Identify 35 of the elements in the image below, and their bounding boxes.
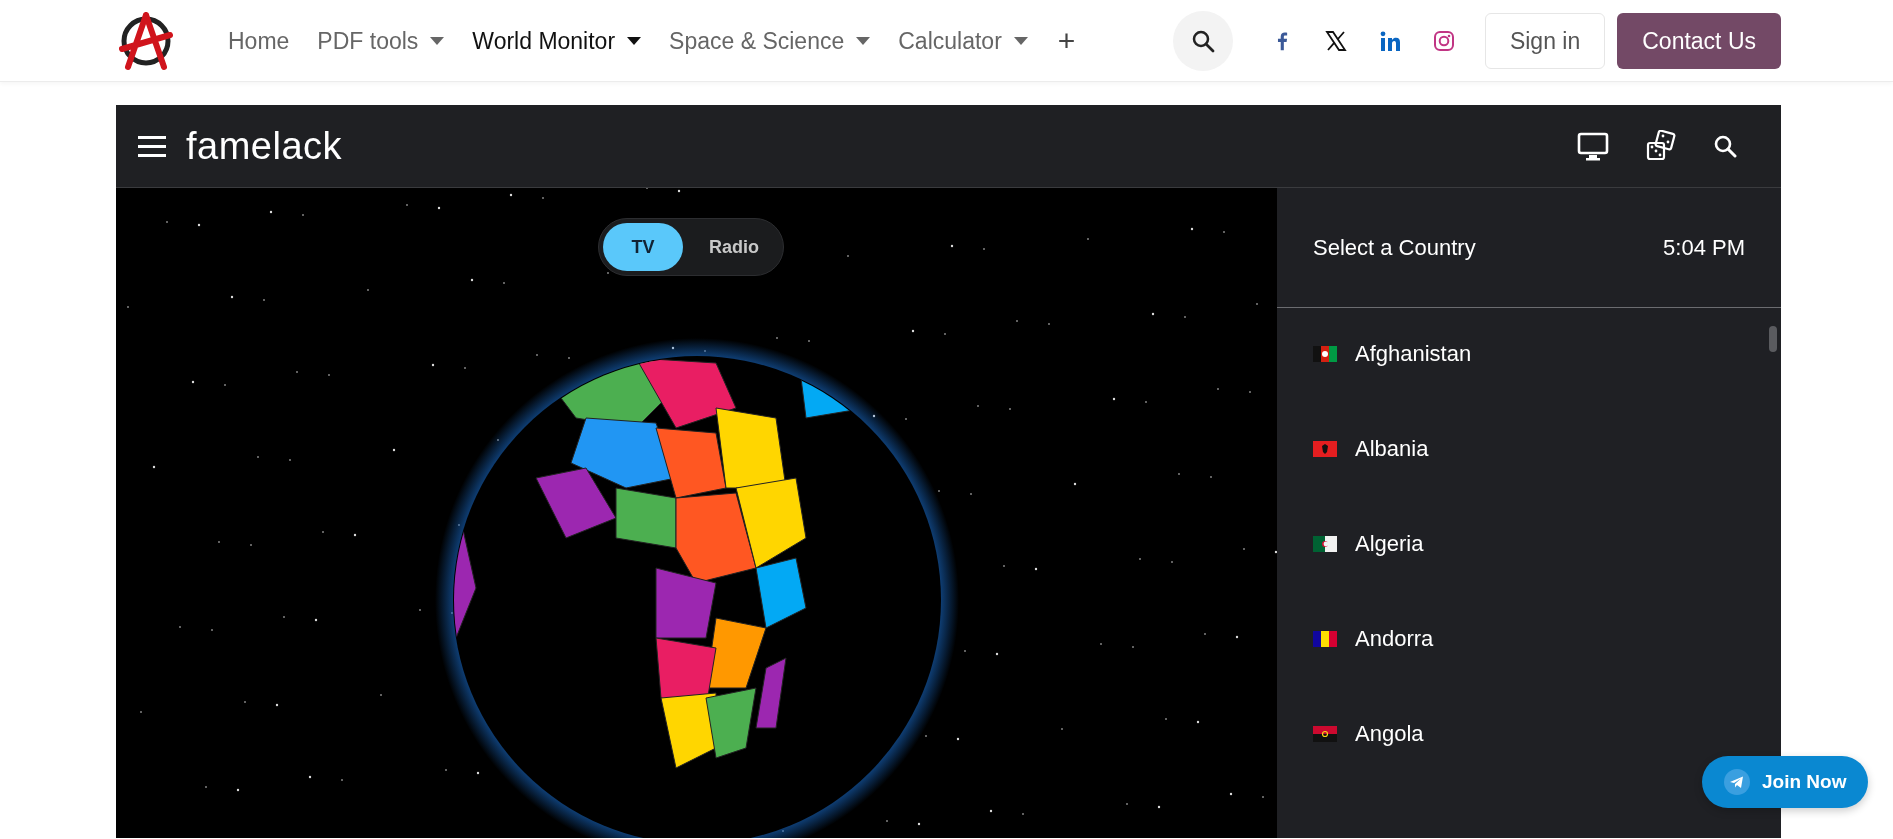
- toggle-option[interactable]: Radio: [689, 223, 779, 271]
- flag-icon: [1313, 631, 1337, 647]
- flag-icon: [1313, 346, 1337, 362]
- nav-link[interactable]: World Monitor: [462, 21, 652, 61]
- instagram-icon[interactable]: [1432, 30, 1455, 52]
- contact-button[interactable]: Contact Us: [1617, 13, 1781, 69]
- nav-link[interactable]: Space & Science: [659, 21, 881, 61]
- join-button[interactable]: Join Now: [1702, 756, 1869, 808]
- search-icon[interactable]: [1713, 134, 1737, 158]
- globe-drawing[interactable]: [435, 338, 959, 838]
- x-icon[interactable]: [1324, 30, 1347, 52]
- nav-link[interactable]: Home: [218, 21, 300, 61]
- search-icon: [1190, 29, 1215, 53]
- nav-link[interactable]: Calculator: [888, 21, 1038, 61]
- nav-link[interactable]: PDF tools: [307, 21, 455, 61]
- flag-icon: [1313, 726, 1337, 742]
- country-item[interactable]: Afghanistan: [1313, 306, 1781, 402]
- brand-title: famelack: [186, 124, 343, 168]
- logo-icon[interactable]: [116, 11, 176, 71]
- country-item[interactable]: Andorra: [1313, 591, 1781, 687]
- toggle-option[interactable]: TV: [603, 223, 683, 271]
- country-item[interactable]: Algeria: [1313, 496, 1781, 592]
- sidebar-title: Select a Country: [1313, 234, 1476, 261]
- dice-icon[interactable]: [1645, 130, 1677, 162]
- flag-icon: [1313, 536, 1337, 552]
- add-menu-button[interactable]: +: [1049, 24, 1084, 58]
- clock-time: 5:04 PM: [1663, 234, 1745, 261]
- country-item[interactable]: Albania: [1313, 401, 1781, 497]
- monitor-icon[interactable]: [1577, 131, 1609, 161]
- menu-icon[interactable]: [138, 135, 166, 157]
- flag-icon: [1313, 441, 1337, 457]
- paper-plane-icon: [1724, 769, 1750, 795]
- sign-in-button[interactable]: Sign in: [1484, 13, 1606, 69]
- scrollbar-thumb[interactable]: [1769, 326, 1777, 352]
- linkedin-icon[interactable]: [1378, 30, 1401, 52]
